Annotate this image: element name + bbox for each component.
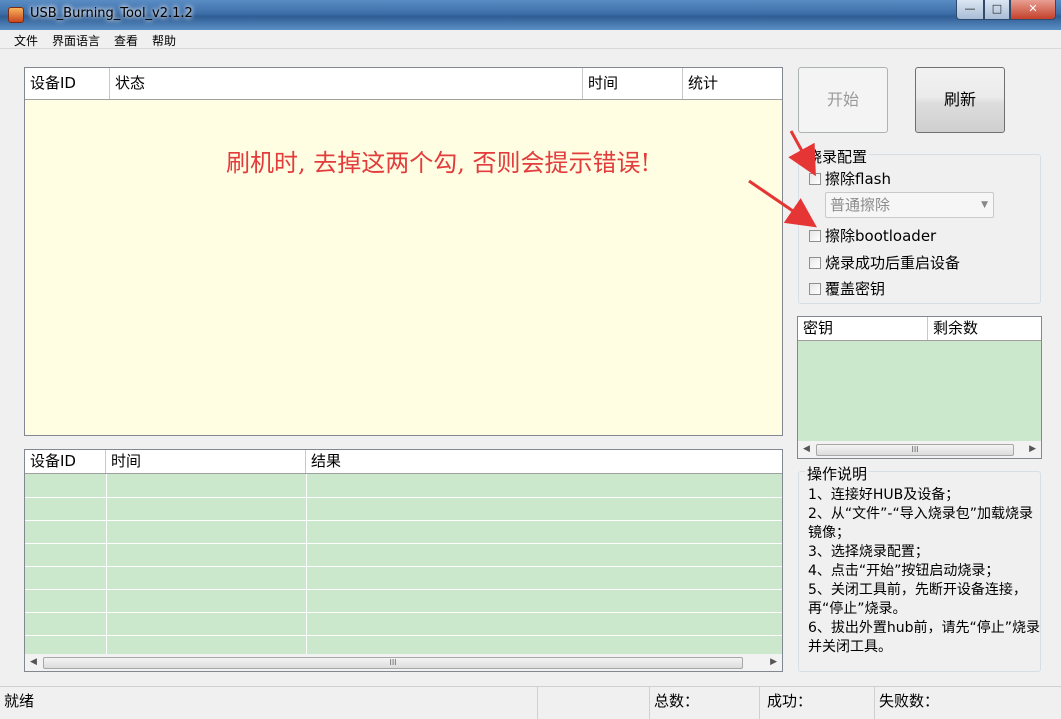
erase-mode-value: 普通擦除 [830, 196, 891, 214]
scroll-left-icon[interactable]: ◀ [803, 444, 810, 454]
key-table-header: 密钥 剩余数 [798, 317, 1041, 341]
column-time[interactable]: 时间 [583, 68, 683, 99]
column-time[interactable]: 时间 [106, 450, 306, 473]
reboot-after-label: 烧录成功后重启设备 [825, 254, 961, 272]
scroll-right-icon[interactable]: ▶ [770, 657, 777, 667]
maximize-button[interactable]: □ [984, 0, 1010, 20]
result-horizontal-scrollbar[interactable]: ◀ III ▶ [25, 654, 782, 671]
checkbox-icon[interactable] [809, 257, 821, 269]
overwrite-key-label: 覆盖密钥 [825, 280, 886, 298]
instruction-step: 1、连接好HUB及设备； [808, 487, 960, 503]
erase-bootloader-checkbox[interactable]: 擦除bootloader [809, 225, 936, 246]
window-title: USB_Burning_Tool_v2.1.2 [30, 6, 193, 21]
checkbox-icon[interactable] [809, 283, 821, 295]
scroll-thumb[interactable]: III [43, 657, 743, 669]
column-result[interactable]: 结果 [306, 450, 782, 473]
instruction-step: 5、关闭工具前，先断开设备连接，再“停止”烧录。 [808, 582, 1027, 617]
refresh-button[interactable]: 刷新 [915, 67, 1005, 133]
column-stats[interactable]: 统计 [683, 68, 782, 99]
instruction-step: 4、点击“开始”按钮启动烧录； [808, 563, 1000, 579]
checkbox-icon[interactable] [809, 173, 821, 185]
result-table-header: 设备ID 时间 结果 [25, 450, 782, 474]
start-button[interactable]: 开始 [798, 67, 888, 133]
annotation-text: 刷机时, 去掉这两个勾, 否则会提示错误! [226, 149, 651, 177]
status-bar: 就绪 总数： 成功： 失败数： [0, 686, 1061, 719]
column-key[interactable]: 密钥 [798, 317, 928, 340]
scroll-left-icon[interactable]: ◀ [30, 657, 37, 667]
instruction-step: 3、选择烧录配置； [808, 544, 929, 560]
close-button[interactable]: ✕ [1010, 0, 1056, 20]
checkbox-icon[interactable] [809, 230, 821, 242]
title-bar: USB_Burning_Tool_v2.1.2 — □ ✕ [0, 0, 1061, 30]
instructions-title: 操作说明 [805, 463, 870, 484]
status-ready: 就绪 [0, 687, 538, 719]
device-table[interactable]: 设备ID 状态 时间 统计 [24, 67, 783, 436]
status-total: 总数： [650, 687, 760, 719]
menu-bar: 文件 界面语言 查看 帮助 [0, 30, 1061, 49]
column-status[interactable]: 状态 [110, 68, 583, 99]
overwrite-key-checkbox[interactable]: 覆盖密钥 [809, 278, 885, 299]
menu-help[interactable]: 帮助 [152, 32, 176, 49]
chevron-down-icon[interactable]: ▼ [981, 193, 988, 217]
erase-mode-select[interactable]: 普通擦除 ▼ [825, 192, 994, 218]
column-device-id[interactable]: 设备ID [25, 450, 106, 473]
menu-language[interactable]: 界面语言 [52, 32, 100, 49]
reboot-after-checkbox[interactable]: 烧录成功后重启设备 [809, 252, 960, 273]
menu-view[interactable]: 查看 [114, 32, 138, 49]
status-spacer [538, 687, 650, 719]
instruction-step: 2、从“文件”-“导入烧录包”加载烧录镜像； [808, 506, 1033, 541]
scroll-right-icon[interactable]: ▶ [1029, 444, 1036, 454]
device-table-header: 设备ID 状态 时间 统计 [25, 68, 782, 100]
result-grid-lines [25, 474, 782, 655]
key-horizontal-scrollbar[interactable]: ◀ III ▶ [798, 441, 1041, 458]
erase-flash-label: 擦除flash [825, 170, 891, 188]
result-table[interactable]: 设备ID 时间 结果 ◀ III ▶ [24, 449, 783, 672]
burn-config-group: 烧录配置 擦除flash 擦除bootloader 烧录成功后重启设备 覆盖密钥 [798, 146, 1041, 304]
app-icon [8, 7, 24, 23]
column-device-id[interactable]: 设备ID [25, 68, 110, 99]
erase-flash-checkbox[interactable]: 擦除flash [809, 168, 891, 189]
status-fail: 失败数： [879, 692, 940, 710]
menu-file[interactable]: 文件 [14, 32, 38, 49]
column-remaining[interactable]: 剩余数 [928, 317, 1041, 340]
erase-bootloader-label: 擦除bootloader [825, 227, 937, 245]
instruction-step: 6、拔出外置hub前，请先“停止”烧录并关闭工具。 [808, 620, 1041, 655]
instructions-list: 1、连接好HUB及设备； 2、从“文件”-“导入烧录包”加载烧录镜像； 3、选择… [808, 486, 1044, 657]
scroll-thumb[interactable]: III [816, 444, 1014, 456]
minimize-button[interactable]: — [956, 0, 984, 20]
status-success: 成功： [763, 687, 875, 719]
burn-config-title: 烧录配置 [805, 146, 870, 167]
key-table[interactable]: 密钥 剩余数 ◀ III ▶ [797, 316, 1042, 459]
